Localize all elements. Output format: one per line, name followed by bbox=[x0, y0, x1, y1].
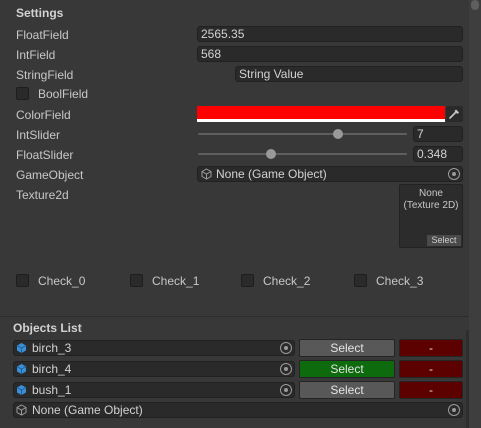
string-field-label: StringField bbox=[16, 68, 74, 82]
remove-button-bush-1[interactable]: - bbox=[399, 381, 463, 399]
object-field-bush-1[interactable]: bush_1 bbox=[13, 382, 295, 398]
select-button-birch-3[interactable]: Select bbox=[299, 339, 395, 357]
int-field-label: IntField bbox=[16, 48, 56, 62]
game-object-label: GameObject bbox=[16, 168, 84, 182]
list-scroll-edge bbox=[466, 330, 469, 428]
float-field-label: FloatField bbox=[16, 28, 69, 42]
texture2d-value-line2: (Texture 2D) bbox=[403, 200, 459, 211]
object-name: birch_3 bbox=[32, 341, 72, 355]
float-slider-track[interactable] bbox=[198, 153, 407, 155]
object-picker-icon[interactable] bbox=[280, 342, 292, 354]
check-2-checkbox[interactable] bbox=[241, 274, 254, 287]
objects-list-header: Objects List bbox=[13, 321, 82, 335]
game-object-value: None (Game Object) bbox=[216, 167, 327, 181]
new-object-field[interactable]: None (Game Object) bbox=[13, 402, 463, 418]
new-object-picker-icon[interactable] bbox=[448, 404, 460, 416]
object-field-birch-4[interactable]: birch_4 bbox=[13, 361, 295, 377]
texture2d-value-line1: None bbox=[419, 188, 443, 199]
remove-button-birch-3[interactable]: - bbox=[399, 339, 463, 357]
float-slider-value[interactable]: 0.348 bbox=[413, 146, 463, 162]
check-3-label: Check_3 bbox=[376, 274, 424, 288]
color-swatch[interactable] bbox=[197, 106, 445, 122]
section-divider bbox=[0, 316, 469, 317]
remove-button-birch-4[interactable]: - bbox=[399, 360, 463, 378]
object-picker-icon[interactable] bbox=[280, 384, 292, 396]
texture2d-select-button[interactable]: Select bbox=[427, 235, 461, 246]
int-slider-label: IntSlider bbox=[16, 128, 61, 142]
check-0-checkbox[interactable] bbox=[16, 274, 29, 287]
object-picker-icon[interactable] bbox=[280, 363, 292, 375]
bool-field-checkbox[interactable] bbox=[16, 87, 29, 100]
object-name: birch_4 bbox=[32, 362, 72, 376]
check-0-label: Check_0 bbox=[38, 274, 86, 288]
bool-field-label: BoolField bbox=[38, 87, 89, 101]
game-object-field[interactable]: None (Game Object) bbox=[197, 166, 463, 182]
select-button-birch-4[interactable]: Select bbox=[299, 360, 395, 378]
float-field-input[interactable]: 2565.35 bbox=[197, 26, 463, 42]
string-field-input[interactable]: String Value bbox=[235, 66, 463, 82]
float-slider-handle[interactable] bbox=[266, 149, 277, 159]
game-object-picker-icon[interactable] bbox=[448, 168, 460, 180]
settings-header: Settings bbox=[16, 6, 64, 20]
color-field-label: ColorField bbox=[16, 108, 71, 122]
texture2d-label: Texture2d bbox=[16, 188, 69, 202]
object-field-birch-3[interactable]: birch_3 bbox=[13, 340, 295, 356]
select-button-bush-1[interactable]: Select bbox=[299, 381, 395, 399]
eyedropper-icon bbox=[449, 109, 459, 119]
texture2d-field[interactable]: None (Texture 2D) Select bbox=[399, 184, 463, 248]
prefab-cube-icon bbox=[16, 343, 27, 353]
game-object-cube-icon bbox=[16, 404, 27, 416]
scrollbar-thumb[interactable] bbox=[471, 0, 479, 10]
check-1-label: Check_1 bbox=[152, 274, 200, 288]
check-2-label: Check_2 bbox=[263, 274, 311, 288]
object-name: bush_1 bbox=[32, 383, 72, 397]
check-3-checkbox[interactable] bbox=[354, 274, 367, 287]
prefab-cube-icon bbox=[16, 364, 27, 374]
float-slider-label: FloatSlider bbox=[16, 148, 74, 162]
vertical-scrollbar[interactable] bbox=[469, 0, 481, 428]
game-object-cube-icon bbox=[201, 168, 212, 180]
eyedropper-button[interactable] bbox=[446, 106, 463, 122]
int-slider-value[interactable]: 7 bbox=[413, 126, 463, 142]
int-slider-track[interactable] bbox=[198, 133, 407, 135]
check-1-checkbox[interactable] bbox=[130, 274, 143, 287]
prefab-cube-icon bbox=[16, 385, 27, 395]
int-slider-handle[interactable] bbox=[333, 129, 344, 139]
int-field-input[interactable]: 568 bbox=[197, 46, 463, 62]
new-object-value: None (Game Object) bbox=[32, 403, 143, 417]
